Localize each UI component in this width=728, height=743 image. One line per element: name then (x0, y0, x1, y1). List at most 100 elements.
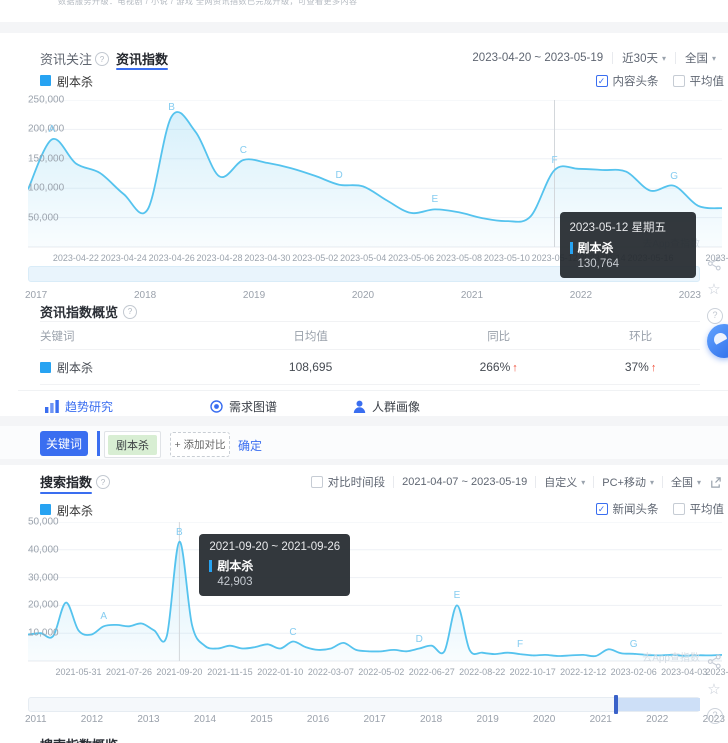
region-select[interactable]: 全国 ▾ (685, 50, 716, 66)
year-label: 2018 (134, 290, 156, 301)
search-index-chart[interactable]: 10,00020,00030,00040,00050,0002021-05-31… (28, 522, 722, 680)
next-section-title: 搜索指数概览 (40, 735, 118, 743)
assistant-float-button[interactable] (707, 324, 728, 358)
keyword-button[interactable]: 关键词 (40, 431, 88, 456)
y-axis-label: 50,000 (28, 212, 59, 223)
footer-tab-trend-research[interactable]: 趋势研究 (45, 398, 113, 415)
tab-search-index-label: 搜索指数 (40, 475, 92, 490)
divider (18, 390, 728, 391)
range-select-value: 近30天 (622, 50, 658, 66)
checkbox-内容头条[interactable]: ✓内容头条 (596, 73, 659, 89)
x-axis-label: 2023-04-03 (661, 667, 707, 677)
tooltip-date: 2021-09-20 ~ 2021-09-26 (209, 541, 340, 553)
chart2-timeline-years[interactable]: 2011201220132014201520162017201820192020… (25, 714, 725, 725)
news-index-chart[interactable]: 50,000100,000150,000200,000250,0002023-0… (28, 100, 722, 268)
star-icon[interactable]: ☆ (706, 682, 722, 698)
keyword-cell-label: 剧本杀 (57, 359, 93, 376)
x-axis-label: 2023-04-22 (53, 253, 99, 263)
info-icon[interactable]: ? (123, 305, 137, 319)
year-label: 2012 (81, 714, 103, 725)
up-arrow-icon: ↑ (512, 362, 518, 374)
up-arrow-icon: ↑ (651, 362, 657, 374)
tooltip-value: 42,903 (217, 576, 340, 588)
y-axis-label: 10,000 (28, 628, 59, 639)
range-select[interactable]: 近30天 ▾ (622, 50, 666, 66)
x-axis-label: 2021-05-31 (55, 667, 101, 677)
legend-swatch (40, 362, 51, 373)
x-axis-label: 2022-01-10 (257, 667, 303, 677)
help-icon[interactable]: ? (707, 708, 723, 724)
footer-tab-audience[interactable]: 人群画像 (353, 398, 420, 415)
tooltip-marker (570, 242, 573, 254)
chart-canvas[interactable] (28, 522, 722, 662)
x-axis-label: 2023-05-04 (340, 253, 386, 263)
x-axis-label: 2022-03-07 (308, 667, 354, 677)
x-axis-label: 2023-05-10 (484, 253, 530, 263)
add-compare-button[interactable]: + 添加对比 (170, 432, 230, 457)
x-axis-label-clipped: 2023-05 (705, 667, 728, 677)
x-axis-label: 2021-09-20 (156, 667, 202, 677)
brush-handle[interactable] (614, 695, 618, 714)
divider (675, 52, 676, 64)
tooltip-keyword: 剧本杀 (570, 239, 686, 256)
compare-period-checkbox[interactable]: 对比时间段 (311, 474, 386, 490)
checkbox-label: 新闻头条 (613, 501, 659, 517)
checkbox-label: 平均值 (690, 73, 725, 89)
device-select[interactable]: PC+移动▾ (602, 474, 654, 490)
table-row: 剧本杀 108,695 266%↑ 37%↑ (40, 350, 700, 385)
y-axis-label: 40,000 (28, 544, 59, 555)
footer-tab-demand-map[interactable]: 需求图谱 (210, 398, 277, 415)
tab-search-index[interactable]: 搜索指数 (40, 472, 92, 491)
panel1-checkboxes: ✓内容头条 平均值 (596, 73, 725, 89)
tab-news-attention[interactable]: 资讯关注 (40, 49, 92, 68)
y-axis-label: 30,000 (28, 572, 59, 583)
legend-swatch (40, 504, 51, 515)
confirm-link[interactable]: 确定 (238, 437, 262, 454)
help-icon[interactable]: ? (707, 308, 723, 324)
tab-news-index[interactable]: 资讯指数 (116, 49, 168, 68)
footer-tab-label: 人群画像 (372, 398, 420, 415)
y-axis-label: 150,000 (28, 153, 64, 164)
date-range-label: 2023-04-20 ~ 2023-05-19 (472, 52, 603, 64)
region-select[interactable]: 全国▾ (671, 474, 701, 490)
trend-chart-icon (45, 400, 59, 413)
active-tab-underline (40, 492, 92, 494)
chart2-range-brush[interactable] (28, 697, 700, 712)
point-label-G: G (670, 171, 678, 182)
checkbox-平均值[interactable]: 平均值 (673, 501, 725, 517)
keyword-button-label: 关键词 (46, 435, 82, 452)
keyword-tag-box[interactable]: 剧本杀 (104, 431, 161, 458)
chart1-timeline-years[interactable]: 2017201820192020202120222023 (25, 290, 701, 301)
divider (393, 476, 394, 488)
info-icon[interactable]: ? (95, 52, 109, 66)
legend-keyword: 剧本杀 (57, 502, 93, 519)
divider (593, 476, 594, 488)
year-label: 2021 (461, 290, 483, 301)
x-axis-label-clipped: 2023-05 (705, 253, 728, 263)
tooltip-marker (209, 560, 212, 572)
audience-icon (353, 400, 366, 413)
custom-range-select[interactable]: 自定义▾ (544, 474, 585, 490)
checkbox-box: ✓ (596, 503, 608, 515)
checkbox-新闻头条[interactable]: ✓ 新闻头条 (596, 501, 659, 517)
tooltip-keyword: 剧本杀 (209, 557, 340, 574)
active-tab-underline (116, 68, 168, 70)
x-axis-label: 2022-05-02 (358, 667, 404, 677)
export-icon[interactable] (709, 476, 722, 489)
year-label: 2021 (590, 714, 612, 725)
legend-keyword: 剧本杀 (57, 73, 93, 90)
info-icon[interactable]: ? (96, 475, 110, 489)
checkbox-平均值[interactable]: 平均值 (673, 73, 725, 89)
star-icon[interactable]: ☆ (706, 282, 722, 298)
date-range-label: 2021-04-07 ~ 2023-05-19 (402, 476, 527, 488)
checkbox-box (673, 503, 685, 515)
tab-news-attention-label: 资讯关注 (40, 52, 92, 67)
footer-tab-label: 趋势研究 (65, 398, 113, 415)
year-label: 2018 (420, 714, 442, 725)
point-label-B: B (168, 102, 175, 113)
keyword-tag[interactable]: 剧本杀 (108, 435, 157, 455)
panel2-checkboxes: ✓ 新闻头条平均值 (596, 501, 725, 517)
point-label-A: A (100, 611, 107, 622)
year-label: 2014 (194, 714, 216, 725)
brush-selection[interactable] (617, 698, 700, 711)
